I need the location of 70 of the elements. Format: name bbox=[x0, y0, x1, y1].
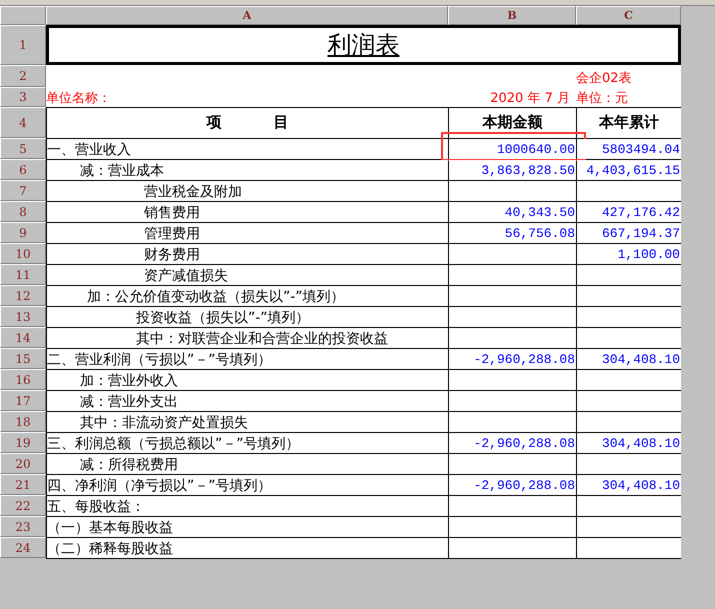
table-cell: 五、每股收益： bbox=[47, 496, 448, 516]
row-header[interactable]: 6 bbox=[0, 159, 46, 180]
table-cell: 其中：非流动资产处置损失 bbox=[47, 412, 448, 432]
table-cell: 财务费用 bbox=[47, 244, 448, 264]
row-header[interactable]: 24 bbox=[0, 537, 46, 558]
table-cell: 427,176.42 bbox=[577, 202, 681, 222]
row-header[interactable]: 15 bbox=[0, 348, 46, 369]
table-cell: 销售费用 bbox=[47, 202, 448, 222]
table-cell: 304,408.10 bbox=[577, 433, 681, 453]
column-header[interactable]: C bbox=[576, 6, 681, 25]
table-cell: -2,960,288.08 bbox=[449, 349, 576, 369]
table-cell: 1,100.00 bbox=[577, 244, 681, 264]
report-title: 利润表 bbox=[328, 30, 400, 61]
table-cell: 3,863,828.50 bbox=[449, 160, 576, 180]
table-cell: 资产减值损失 bbox=[47, 265, 448, 285]
row-header[interactable]: 19 bbox=[0, 432, 46, 453]
table-cell: 其中：对联营企业和合营企业的投资收益 bbox=[47, 328, 448, 348]
table-cell: 四、净利润（净亏损以”－”号填列） bbox=[47, 475, 448, 495]
table-cell: -2,960,288.08 bbox=[449, 433, 576, 453]
table-cell: 5803494.04 bbox=[577, 139, 681, 159]
row-header[interactable]: 10 bbox=[0, 243, 46, 264]
row-header[interactable]: 17 bbox=[0, 390, 46, 411]
row-header[interactable]: 5 bbox=[0, 138, 46, 159]
table-cell: 667,194.37 bbox=[577, 223, 681, 243]
table-cell: 56,756.08 bbox=[449, 223, 576, 243]
row-header[interactable]: 12 bbox=[0, 285, 46, 306]
select-all-corner[interactable] bbox=[0, 6, 46, 25]
column-heading: 本期金额 bbox=[449, 108, 576, 138]
row-header[interactable]: 20 bbox=[0, 453, 46, 474]
row-header[interactable]: 11 bbox=[0, 264, 46, 285]
table-cell: 加：营业外收入 bbox=[47, 370, 448, 390]
table-cell: 减：营业外支出 bbox=[47, 391, 448, 411]
table-cell: （二）稀释每股收益 bbox=[47, 538, 448, 558]
row-header[interactable]: 4 bbox=[0, 107, 46, 138]
row-header[interactable]: 14 bbox=[0, 327, 46, 348]
table-cell: -2,960,288.08 bbox=[449, 475, 576, 495]
row-header[interactable]: 3 bbox=[0, 87, 46, 107]
row-header[interactable]: 2 bbox=[0, 65, 46, 87]
row-header[interactable]: 23 bbox=[0, 516, 46, 537]
table-cell: （一）基本每股收益 bbox=[47, 517, 448, 537]
table-cell: 加：公允价值变动收益（损失以”-”填列） bbox=[47, 286, 448, 306]
table-cell: 三、利润总额（亏损总额以”－”号填列） bbox=[47, 433, 448, 453]
table-cell: 一、营业收入 bbox=[47, 139, 448, 159]
table-cell: 二、营业利润（亏损以”－”号填列） bbox=[47, 349, 448, 369]
table-cell: 304,408.10 bbox=[577, 349, 681, 369]
unit-name-label: 单位名称： bbox=[46, 90, 112, 107]
table-cell: 营业税金及附加 bbox=[47, 181, 448, 201]
table-cell: 40,343.50 bbox=[449, 202, 576, 222]
table-cell: 4,403,615.15 bbox=[577, 160, 681, 180]
table-cell: 减：所得税费用 bbox=[47, 454, 448, 474]
row-header[interactable]: 13 bbox=[0, 306, 46, 327]
row-header[interactable]: 22 bbox=[0, 495, 46, 516]
row-header[interactable]: 9 bbox=[0, 222, 46, 243]
row-header[interactable]: 18 bbox=[0, 411, 46, 432]
row-header[interactable]: 21 bbox=[0, 474, 46, 495]
table-cell: 管理费用 bbox=[47, 223, 448, 243]
row-header[interactable]: 1 bbox=[0, 25, 46, 65]
table-cell: 304,408.10 bbox=[577, 475, 681, 495]
column-header[interactable]: B bbox=[448, 6, 576, 25]
table-cell: 投资收益（损失以”-”填列） bbox=[47, 307, 448, 327]
column-heading: 项 目 bbox=[47, 108, 448, 138]
table-cell: 减：营业成本 bbox=[47, 160, 448, 180]
row-header[interactable]: 7 bbox=[0, 180, 46, 201]
row-header[interactable]: 16 bbox=[0, 369, 46, 390]
column-heading: 本年累计 bbox=[577, 108, 681, 138]
row-header[interactable]: 8 bbox=[0, 201, 46, 222]
period-label: 2020 年 7 月 bbox=[490, 90, 571, 107]
form-code: 会企02表 bbox=[576, 70, 633, 87]
unit-label: 单位：元 bbox=[576, 90, 629, 107]
column-header[interactable]: A bbox=[46, 6, 448, 25]
